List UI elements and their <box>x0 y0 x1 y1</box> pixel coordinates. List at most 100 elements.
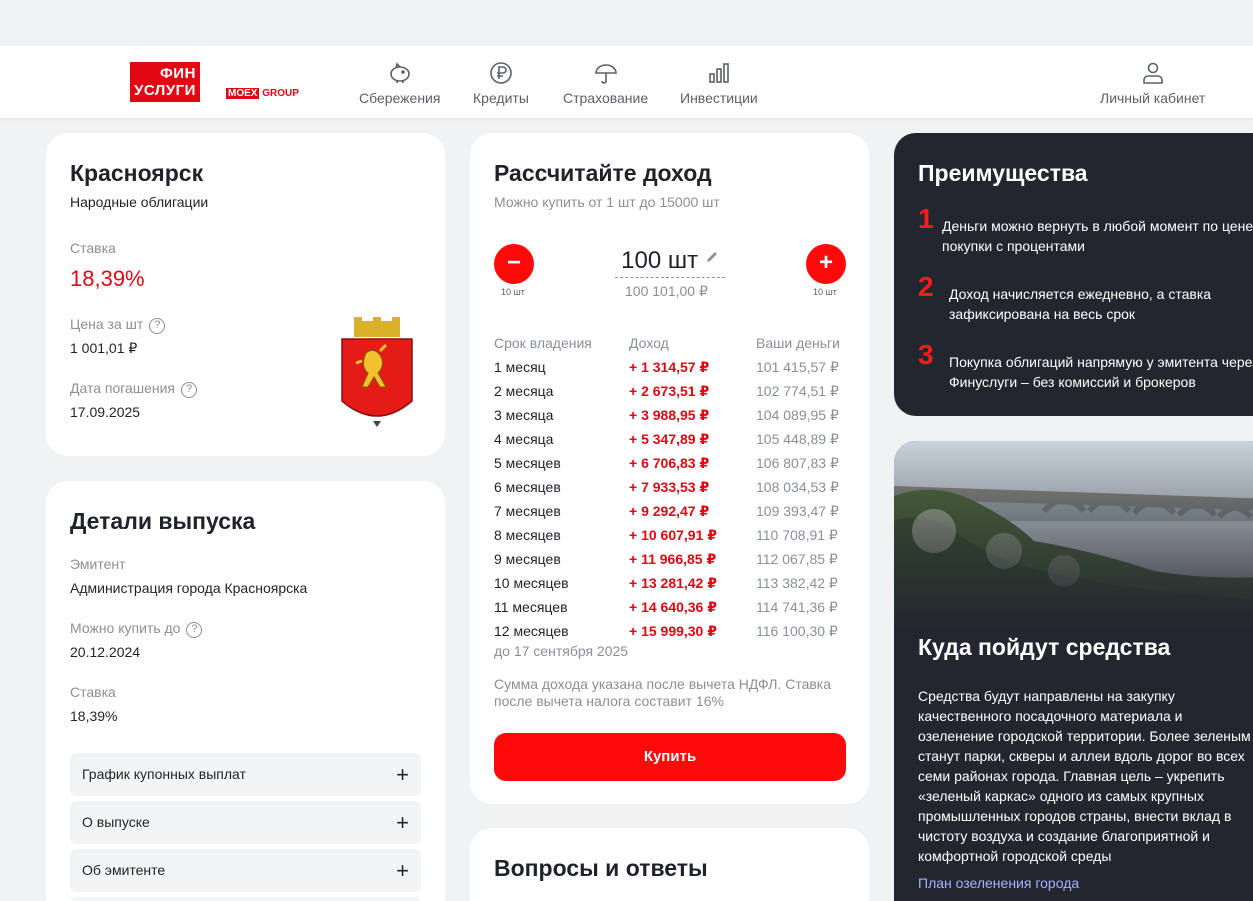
accordion-about-issue[interactable]: О выпуске + <box>70 801 421 844</box>
advantage-number: 2 <box>918 271 934 302</box>
until-date: до 17 сентября 2025 <box>494 643 629 659</box>
total-cell: 102 774,51 ₽ <box>756 383 839 399</box>
buy-until-value: 20.12.2024 <box>70 644 141 660</box>
table-row: 3 месяца + 3 988,95 ₽ 104 089,95 ₽ <box>494 403 846 427</box>
total-cell: 114 741,36 ₽ <box>756 599 838 615</box>
calculator-title: Рассчитайте доход <box>494 160 712 186</box>
buy-until-label: Можно купить до? <box>70 620 203 638</box>
table-row: 9 месяцев + 11 966,85 ₽ 112 067,85 ₽ <box>494 547 846 571</box>
total-cell: 109 393,47 ₽ <box>756 503 839 519</box>
accordion-more[interactable] <box>70 897 421 901</box>
bond-price: 1 001,01 ₽ <box>70 340 138 356</box>
total-cell: 105 448,89 ₽ <box>756 431 839 447</box>
advantage-text: зафиксирована на весь срок <box>949 306 1136 322</box>
greening-plan-link[interactable]: План озеленения города <box>918 875 1079 891</box>
account-label: Личный кабинет <box>1100 90 1206 106</box>
quantity-input[interactable]: 100 шт <box>615 247 725 278</box>
term-cell: 6 месяцев <box>494 479 561 495</box>
advantage-text: Доход начисляется ежедневно, а ставка <box>949 286 1212 302</box>
table-row: 11 месяцев + 14 640,36 ₽ 114 741,36 ₽ <box>494 595 846 619</box>
increase-step-label: 10 шт <box>813 287 837 297</box>
decrease-quantity-button[interactable]: − <box>494 244 534 284</box>
term-cell: 10 месяцев <box>494 575 569 591</box>
maturity-label: Дата погашения? <box>70 380 197 398</box>
logo-text-fin: ФИН <box>130 62 200 83</box>
term-cell: 8 месяцев <box>494 527 561 543</box>
income-cell: + 5 347,89 ₽ <box>629 431 710 447</box>
minus-icon: − <box>506 249 521 276</box>
term-cell: 1 месяц <box>494 359 546 375</box>
piggy-bank-icon <box>389 62 410 83</box>
nav-insurance[interactable]: Страхование <box>563 60 648 108</box>
table-row: 12 месяцев + 15 999,30 ₽ 116 100,30 ₽ <box>494 619 846 643</box>
nav-investments[interactable]: Инвестиции <box>680 60 758 108</box>
income-calculator-card: Рассчитайте доход Можно купить от 1 шт д… <box>470 133 869 804</box>
finuslugi-logo[interactable]: ФИН УСЛУГИ MOEX GROUP <box>130 62 300 106</box>
total-cell: 101 415,57 ₽ <box>756 359 839 375</box>
decrease-step-label: 10 шт <box>501 287 525 297</box>
bond-city: Красноярск <box>70 160 204 186</box>
plus-icon: + <box>818 249 833 276</box>
help-icon[interactable]: ? <box>186 622 203 638</box>
funds-description: Средства будут направлены на закупку кач… <box>918 688 1251 864</box>
accordion-coupon-schedule[interactable]: График купонных выплат + <box>70 753 421 796</box>
income-cell: + 14 640,36 ₽ <box>629 599 717 615</box>
nav-insurance-label: Страхование <box>563 90 649 106</box>
income-cell: + 7 933,53 ₽ <box>629 479 710 495</box>
term-cell: 11 месяцев <box>494 599 568 615</box>
bond-maturity: 17.09.2025 <box>70 404 141 420</box>
account-link[interactable]: Личный кабинет <box>1100 60 1205 108</box>
quantity-value: 100 <box>621 247 662 274</box>
user-icon <box>1142 62 1163 84</box>
bar-chart-icon <box>709 63 729 83</box>
quantity-unit: шт <box>667 247 699 274</box>
help-icon[interactable]: ? <box>181 382 197 398</box>
price-label: Цена за шт? <box>70 316 166 334</box>
buy-button[interactable]: Купить <box>494 733 846 781</box>
logo-text-uslugi: УСЛУГИ <box>130 81 200 102</box>
advantage-text: Финуслуги – без комиссий и брокеров <box>949 374 1196 390</box>
accordion-about-issuer[interactable]: Об эмитенте + <box>70 849 421 892</box>
table-row: 6 месяцев + 7 933,53 ₽ 108 034,53 ₽ <box>494 475 846 499</box>
bond-summary-card: Красноярск Народные облигации Ставка 18,… <box>46 133 445 456</box>
krasnoyarsk-coat-of-arms-icon <box>341 317 413 427</box>
plus-icon: + <box>396 858 409 883</box>
column-header-income: Доход <box>629 335 669 351</box>
income-cell: + 11 966,85 ₽ <box>629 551 717 567</box>
bond-type: Народные облигации <box>70 194 209 210</box>
income-cell: + 1 314,57 ₽ <box>629 359 710 375</box>
nav-investments-label: Инвестиции <box>680 90 758 106</box>
table-row: 10 месяцев + 13 281,42 ₽ 113 382,42 ₽ <box>494 571 846 595</box>
table-header: Срок владения Доход Ваши деньги <box>494 331 846 355</box>
ruble-coin-icon <box>490 62 512 84</box>
total-cell: 106 807,83 ₽ <box>756 455 839 471</box>
term-cell: 7 месяцев <box>494 503 561 519</box>
income-cell: + 15 999,30 ₽ <box>629 623 717 639</box>
income-cell: + 10 607,91 ₽ <box>629 527 717 543</box>
rate-label: Ставка <box>70 240 116 256</box>
tax-note: Сумма дохода указана после вычета НДФЛ. … <box>494 676 832 709</box>
advantage-number: 3 <box>918 339 934 370</box>
faq-card: Вопросы и ответы <box>470 828 869 901</box>
column-header-term: Срок владения <box>494 335 592 351</box>
table-row: 1 месяц + 1 314,57 ₽ 101 415,57 ₽ <box>494 355 846 379</box>
advantage-text: покупки с процентами <box>942 238 1085 254</box>
increase-quantity-button[interactable]: + <box>806 244 846 284</box>
nav-credits[interactable]: Кредиты <box>473 60 529 108</box>
term-cell: 2 месяца <box>494 383 554 399</box>
nav-credits-label: Кредиты <box>473 90 529 106</box>
term-cell: 4 месяца <box>494 431 554 447</box>
nav-savings[interactable]: Сбережения <box>359 60 440 108</box>
site-header: ФИН УСЛУГИ MOEX GROUP Сбережения Кредиты… <box>0 46 1253 119</box>
total-cell: 112 067,85 ₽ <box>756 551 838 567</box>
total-cell: 116 100,30 ₽ <box>756 623 838 639</box>
total-amount: 100 101,00 ₽ <box>625 283 708 299</box>
bridge-photo <box>894 441 1253 631</box>
advantages-card: Преимущества 1 Деньги можно вернуть в лю… <box>894 133 1253 416</box>
moex-group-logo: MOEX GROUP <box>226 88 299 99</box>
bond-rate: 18,39% <box>70 266 145 291</box>
total-cell: 113 382,42 ₽ <box>756 575 838 591</box>
term-cell: 5 месяцев <box>494 455 561 471</box>
funds-usage-card: Куда пойдут средства Средства будут напр… <box>894 441 1253 901</box>
help-icon[interactable]: ? <box>149 318 166 334</box>
